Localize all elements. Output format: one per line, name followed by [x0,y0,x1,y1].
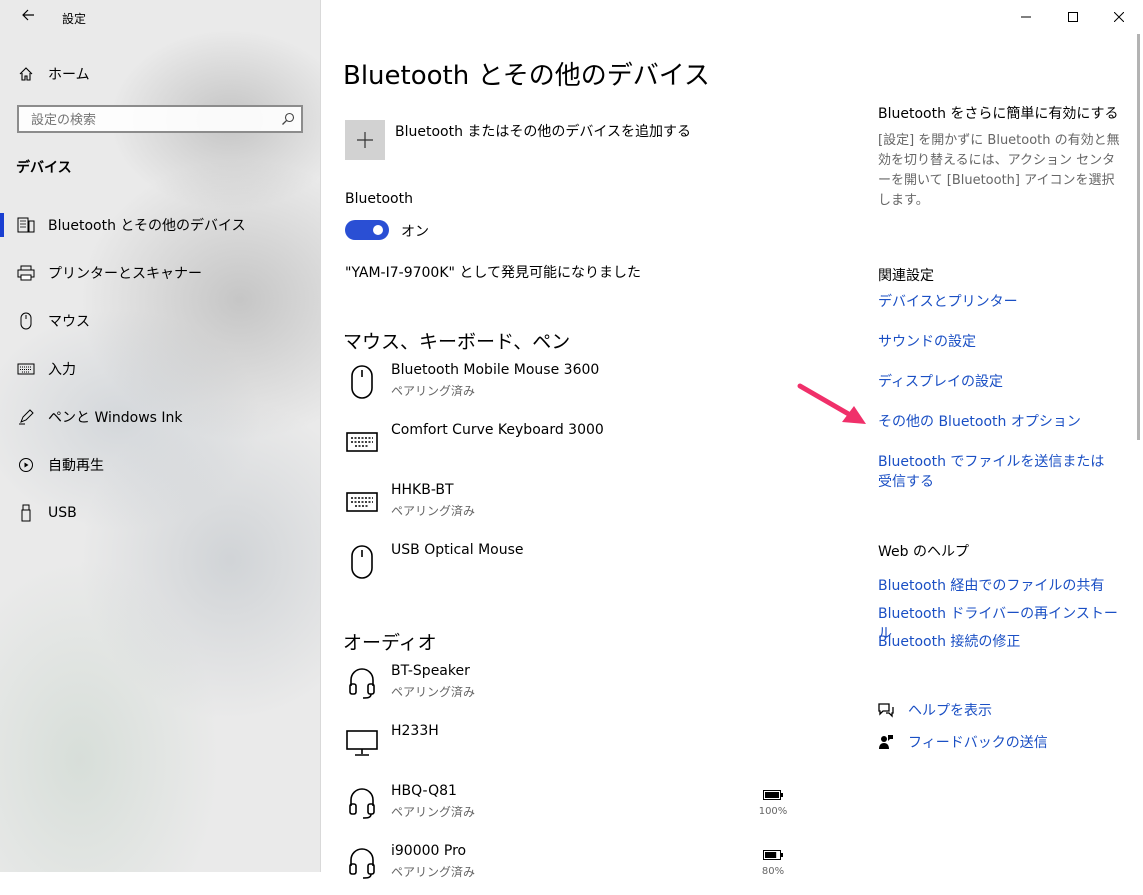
nav-item-label: マウス [48,314,90,330]
page-title: Bluetooth とその他のデバイス [343,61,710,91]
maximize-button[interactable] [1050,0,1096,34]
device-status: ペアリング済み [391,805,476,819]
related-settings-title: 関連設定 [878,268,934,284]
device-name: USB Optical Mouse [391,542,524,558]
keyboard-icon [345,482,379,522]
close-button[interactable] [1096,0,1142,34]
bluetooth-devices-icon [16,215,36,235]
nav-item-mouse[interactable]: マウス [0,301,320,341]
get-help-label: ヘルプを表示 [908,703,992,719]
minimize-icon [1021,16,1031,18]
discoverable-status: "YAM-I7-9700K" として発見可能になりました [345,265,641,281]
monitor-icon [345,723,379,763]
mouse-icon [345,362,379,402]
nav-group-title: デバイス [16,160,72,176]
search-input[interactable] [29,107,273,133]
help-chat-icon [876,700,896,720]
battery-icon [763,850,783,860]
section-title-input-devices: マウス、キーボード、ペン [343,331,571,353]
feedback-label: フィードバックの送信 [908,735,1048,751]
get-help-link[interactable]: ヘルプを表示 [876,700,992,720]
bluetooth-toggle[interactable] [345,220,389,240]
device-name: i90000 Pro [391,843,467,859]
nav-item-bluetooth[interactable]: Bluetooth とその他のデバイス [0,205,320,245]
plus-icon [357,132,373,148]
nav-item-typing[interactable]: 入力 [0,349,320,389]
add-device-label[interactable]: Bluetooth またはその他のデバイスを追加する [395,121,691,141]
mouse-icon [345,542,379,582]
nav-item-label: 自動再生 [48,458,104,474]
nav-home[interactable]: ホーム [0,54,320,94]
device-name: BT-Speaker [391,663,470,679]
device-item[interactable]: USB Optical Mouse [345,542,805,594]
device-name: HHKB-BT [391,482,454,498]
device-item[interactable]: BT-Speaker ペアリング済み [345,663,805,715]
printer-icon [16,263,36,283]
mouse-icon [16,311,36,331]
feedback-icon [876,732,896,752]
link-more-bluetooth-options[interactable]: その他の Bluetooth オプション [878,412,1118,432]
device-name: HBQ-Q81 [391,783,457,799]
device-item[interactable]: Comfort Curve Keyboard 3000 [345,422,805,474]
bluetooth-toggle-state: オン [401,224,429,240]
keyboard-icon [16,359,36,379]
device-item[interactable]: i90000 Pro ペアリング済み 80% [345,843,805,895]
navigation-pane: 設定 ホーム デバイス Bluetooth とその他のデバイス プリンターとスキ… [0,0,321,872]
device-name: H233H [391,723,439,739]
device-status: ペアリング済み [391,384,476,398]
nav-item-label: ペンと Windows Ink [48,410,183,426]
headset-icon [345,843,379,883]
headset-icon [345,663,379,703]
nav-item-printers[interactable]: プリンターとスキャナー [0,253,320,293]
vertical-scrollbar[interactable] [1137,34,1140,440]
nav-item-autoplay[interactable]: 自動再生 [0,445,320,485]
pen-icon [16,407,36,427]
section-title-audio: オーディオ [343,632,437,654]
close-icon [1114,12,1124,22]
bluetooth-label: Bluetooth [345,191,413,207]
nav-item-pen[interactable]: ペンと Windows Ink [0,397,320,437]
battery-indicator: 80% [751,845,795,877]
device-status: ペアリング済み [391,504,476,518]
nav-item-label: 入力 [48,362,76,378]
search-icon[interactable] [281,111,295,130]
nav-item-usb[interactable]: USB [0,493,320,533]
link-devices-printers[interactable]: デバイスとプリンター [878,292,1118,312]
autoplay-icon [16,455,36,475]
device-item[interactable]: HHKB-BT ペアリング済み [345,482,805,534]
headset-icon [345,783,379,823]
device-status: ペアリング済み [391,685,476,699]
home-icon [16,64,36,84]
link-send-receive-files[interactable]: Bluetooth でファイルを送信または受信する [878,452,1118,492]
feedback-link[interactable]: フィードバックの送信 [876,732,1048,752]
battery-indicator: 100% [751,785,795,817]
maximize-icon [1068,12,1078,22]
keyboard-icon [345,422,379,462]
nav-item-label: プリンターとスキャナー [48,266,202,282]
link-display-settings[interactable]: ディスプレイの設定 [878,372,1118,392]
search-box[interactable] [17,105,303,133]
nav-item-label: USB [48,505,77,521]
device-item[interactable]: H233H [345,723,805,775]
link-sound-settings[interactable]: サウンドの設定 [878,332,1118,352]
quick-enable-description: [設定] を開かずに Bluetooth の有効と無効を切り替えるには、アクショ… [878,133,1120,208]
link-share-files[interactable]: Bluetooth 経由でのファイルの共有 [878,576,1118,596]
device-item[interactable]: HBQ-Q81 ペアリング済み 100% [345,783,805,835]
device-item[interactable]: Bluetooth Mobile Mouse 3600 ペアリング済み [345,362,805,414]
annotation-arrow-icon [797,383,866,424]
link-fix-connection[interactable]: Bluetooth 接続の修正 [878,632,1118,652]
battery-percent: 100% [758,806,788,817]
quick-enable-title: Bluetooth をさらに簡単に有効にする [878,106,1119,122]
nav-item-label: Bluetooth とその他のデバイス [48,218,246,234]
minimize-button[interactable] [1003,0,1049,34]
add-device-button[interactable] [345,120,385,160]
battery-icon [763,790,783,800]
usb-icon [16,503,36,523]
device-name: Bluetooth Mobile Mouse 3600 [391,362,600,378]
device-name: Comfort Curve Keyboard 3000 [391,422,604,438]
window-title: 設定 [62,12,87,26]
nav-home-label: ホーム [48,67,90,83]
web-help-title: Web のヘルプ [878,544,969,560]
back-arrow-icon[interactable] [18,7,38,27]
